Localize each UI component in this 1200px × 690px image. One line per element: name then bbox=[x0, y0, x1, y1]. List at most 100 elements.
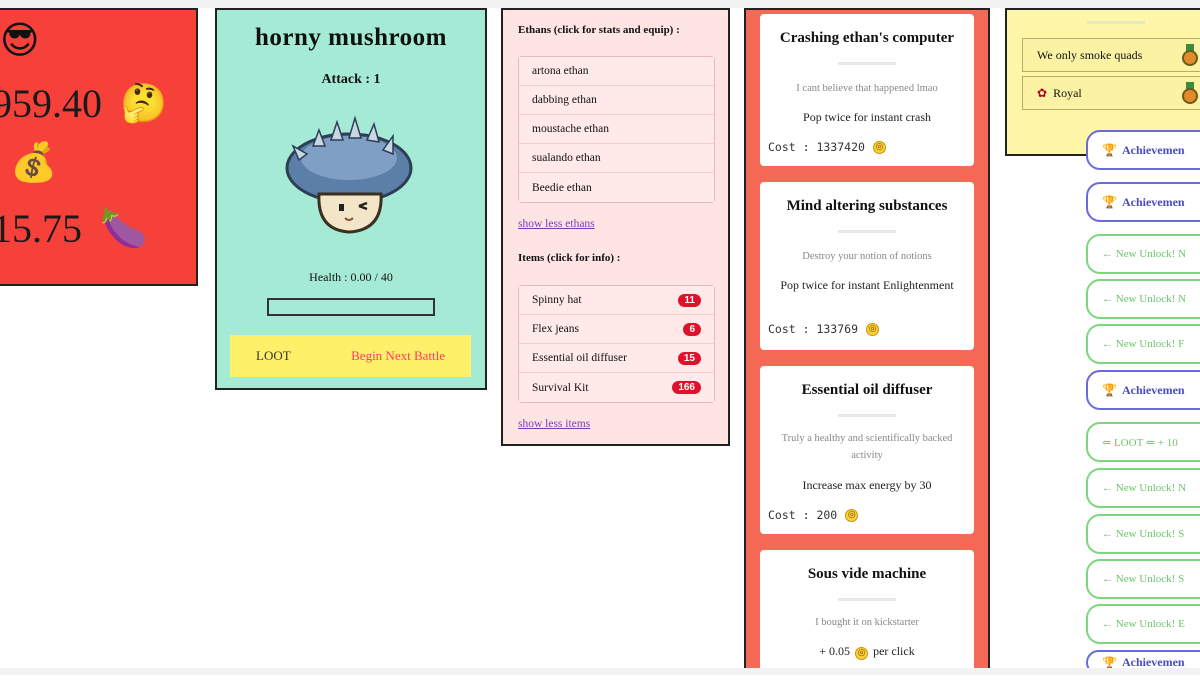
shop-card-description: Truly a healthy and scientifically backe… bbox=[781, 433, 953, 461]
item-row[interactable]: Essential oil diffuser 15 bbox=[519, 344, 714, 373]
shop-card-cost: Cost : 200 ◎ bbox=[768, 508, 859, 522]
unlock-notification[interactable]: ← New Unlock! S bbox=[1086, 559, 1200, 599]
loot-notification[interactable]: ⇐ LOOT ⇐ + 10 bbox=[1086, 422, 1200, 462]
item-row[interactable]: Flex jeans 6 bbox=[519, 315, 714, 344]
unlock-notification[interactable]: ← New Unlock! N bbox=[1086, 468, 1200, 508]
unlock-notification[interactable]: ← New Unlock! N bbox=[1086, 234, 1200, 274]
shop-card[interactable]: Crashing ethan's computer I cant believe… bbox=[760, 14, 974, 166]
ethans-list: artona ethan dabbing ethan moustache eth… bbox=[518, 56, 715, 203]
show-less-items-link[interactable]: show less items bbox=[518, 418, 590, 430]
top-edge bbox=[0, 0, 1200, 8]
battle-panel: horny mushroom Attack : 1 Health : 0.00 … bbox=[215, 8, 487, 390]
notification-text: ← New Unlock! N bbox=[1102, 248, 1187, 260]
health-bar bbox=[267, 298, 435, 316]
achievement-label: Royal bbox=[1053, 85, 1082, 100]
items-header: Items (click for info) : bbox=[518, 252, 621, 264]
begin-next-battle-button[interactable]: Begin Next Battle bbox=[351, 348, 445, 364]
unlock-notification[interactable]: ← New Unlock! S bbox=[1086, 514, 1200, 554]
shop-card-effect-unit: per click bbox=[873, 644, 915, 658]
medal-icon bbox=[1181, 82, 1199, 104]
shop-card-effect: Pop twice for instant crash bbox=[803, 110, 931, 124]
notification-text: ← New Unlock! N bbox=[1102, 482, 1187, 494]
unlock-notification[interactable]: ← New Unlock! E bbox=[1086, 604, 1200, 644]
ethan-label: moustache ethan bbox=[532, 123, 609, 135]
notification-text: Achievemen bbox=[1121, 194, 1185, 209]
shop-card-title: Crashing ethan's computer bbox=[779, 30, 955, 46]
notification-text: ⇐ LOOT ⇐ + 10 bbox=[1102, 436, 1178, 449]
sunglasses-face-icon: 😎 bbox=[0, 18, 40, 62]
shop-panel: Crashing ethan's computer I cant believe… bbox=[744, 8, 990, 690]
trophy-icon: 🏆 bbox=[1102, 143, 1117, 157]
shop-card-divider bbox=[838, 230, 896, 233]
item-count-badge: 6 bbox=[683, 322, 701, 336]
ethans-header: Ethans (click for stats and equip) : bbox=[518, 24, 680, 36]
trophy-icon: 🏆 bbox=[1102, 195, 1117, 209]
coin-icon: ◎ bbox=[872, 140, 886, 154]
notification-text: ← New Unlock! F bbox=[1102, 338, 1185, 350]
money-bag-icon: 💰 bbox=[10, 140, 58, 184]
shop-card-effect-amount: + 0.05 bbox=[819, 644, 851, 658]
item-label: Essential oil diffuser bbox=[532, 352, 627, 364]
ethan-item[interactable]: dabbing ethan bbox=[519, 86, 714, 115]
bottom-edge bbox=[0, 668, 1200, 675]
ethan-item[interactable]: artona ethan bbox=[519, 57, 714, 86]
coin-icon: ◎ bbox=[866, 322, 880, 336]
enemy-name: horny mushroom bbox=[255, 24, 447, 51]
achievement-label-wrap: ✿ Royal bbox=[1037, 86, 1082, 101]
notification-text: Achievemen bbox=[1121, 382, 1185, 397]
ethan-item[interactable]: moustache ethan bbox=[519, 115, 714, 144]
item-label: Spinny hat bbox=[532, 294, 582, 306]
shop-card-title: Sous vide machine bbox=[807, 566, 927, 582]
item-label: Flex jeans bbox=[532, 323, 579, 335]
item-row[interactable]: Survival Kit 166 bbox=[519, 373, 714, 402]
inventory-panel: Ethans (click for stats and equip) : art… bbox=[501, 8, 730, 446]
enemy-attack: Attack : 1 bbox=[321, 72, 381, 87]
achievement-item[interactable]: ✿ Royal bbox=[1022, 76, 1200, 110]
shop-card-effect: + 0.05 ◎ per click bbox=[770, 644, 964, 660]
trophy-icon: 🏆 bbox=[1102, 383, 1117, 397]
show-less-ethans-link[interactable]: show less ethans bbox=[518, 218, 595, 230]
notification-text: ← New Unlock! N bbox=[1102, 293, 1187, 305]
loot-button[interactable]: LOOT bbox=[256, 348, 291, 364]
ethan-label: artona ethan bbox=[532, 65, 589, 77]
thinking-face-icon: 🤔 bbox=[120, 81, 168, 125]
coin-icon: ◎ bbox=[845, 508, 859, 522]
notification-text: ← New Unlock! E bbox=[1102, 618, 1185, 630]
achievements-divider bbox=[1087, 21, 1145, 24]
unlock-notification[interactable]: ← New Unlock! N bbox=[1086, 279, 1200, 319]
shop-card-effect: Increase max energy by 30 bbox=[802, 478, 932, 492]
shop-card-description: I bought it on kickstarter bbox=[815, 617, 919, 628]
stats-row-moneybag: 💰 bbox=[10, 140, 57, 185]
shop-card-title: Essential oil diffuser bbox=[801, 382, 933, 398]
item-row[interactable]: Spinny hat 11 bbox=[519, 286, 714, 315]
stats-row-secondary: 15.75 🍆 bbox=[0, 205, 147, 252]
notification-text: Achievemen bbox=[1121, 142, 1185, 157]
achievement-notification[interactable]: 🏆 Achievemen bbox=[1086, 182, 1200, 222]
achievement-item[interactable]: We only smoke quads bbox=[1022, 38, 1200, 72]
shop-card-description: I cant believe that happened lmao bbox=[796, 83, 938, 94]
shop-card-divider bbox=[838, 62, 896, 65]
ethan-label: dabbing ethan bbox=[532, 94, 597, 106]
item-count-badge: 15 bbox=[677, 351, 701, 365]
achievement-notification[interactable]: 🏆 Achievemen bbox=[1086, 130, 1200, 170]
shop-card-cost-text: Cost : 1337420 bbox=[768, 140, 865, 154]
stats-panel: 😎 959.40 🤔 💰 15.75 🍆 bbox=[0, 8, 198, 286]
mushroom-enemy-sprite[interactable] bbox=[279, 110, 419, 240]
shop-card-divider bbox=[838, 414, 896, 417]
ethan-item[interactable]: Beedie ethan bbox=[519, 173, 714, 202]
secondary-value: 15.75 bbox=[0, 206, 82, 251]
shop-card[interactable]: Mind altering substances Destroy your no… bbox=[760, 182, 974, 350]
ethan-label: sualando ethan bbox=[532, 152, 601, 164]
unlock-notification[interactable]: ← New Unlock! F bbox=[1086, 324, 1200, 364]
item-count-badge: 11 bbox=[678, 293, 701, 307]
ethan-item[interactable]: sualando ethan bbox=[519, 144, 714, 173]
achievement-notification[interactable]: 🏆 Achievemen bbox=[1086, 370, 1200, 410]
battle-actions: LOOT Begin Next Battle bbox=[230, 335, 471, 377]
medal-icon bbox=[1181, 44, 1199, 66]
shop-card[interactable]: Essential oil diffuser Truly a healthy a… bbox=[760, 366, 974, 534]
item-count-badge: 166 bbox=[672, 381, 701, 394]
shop-card-title: Mind altering substances bbox=[786, 198, 948, 214]
shop-card-description: Destroy your notion of notions bbox=[802, 251, 932, 262]
items-list: Spinny hat 11 Flex jeans 6 Essential oil d… bbox=[518, 285, 715, 403]
health-label: Health : 0.00 / 40 bbox=[309, 270, 393, 284]
